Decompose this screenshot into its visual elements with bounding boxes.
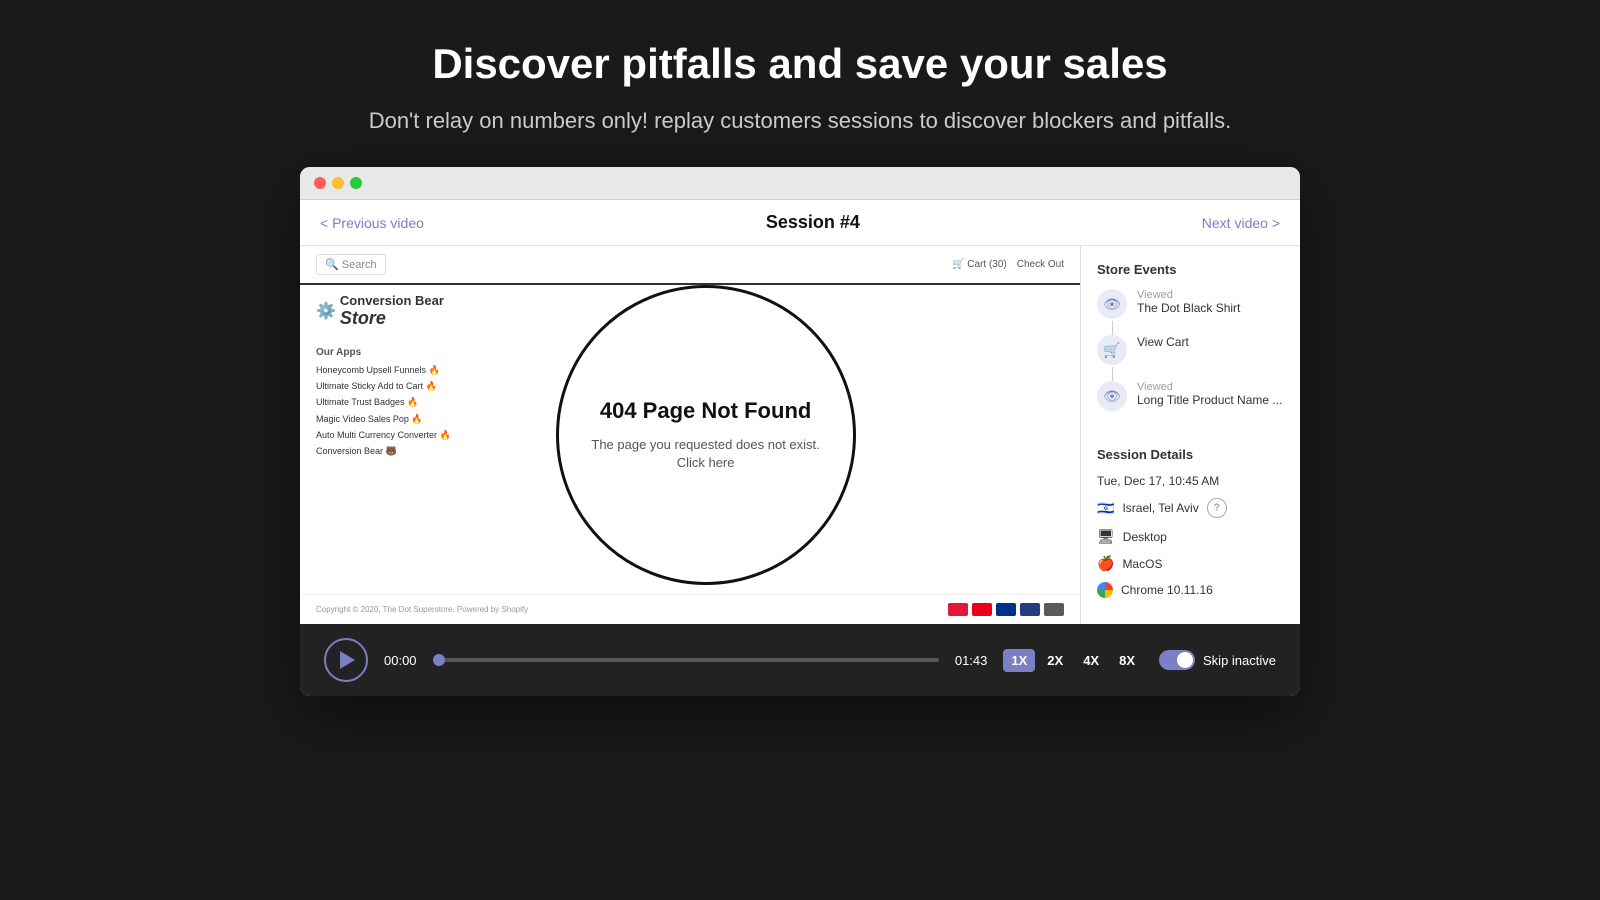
event-item-viewed-product: 👁 Viewed Long Title Product Name ...	[1097, 381, 1284, 411]
event-text-1: Viewed The Dot Black Shirt	[1137, 289, 1240, 315]
browser-dot-yellow	[332, 177, 344, 189]
skip-inactive-toggle: Skip inactive	[1159, 650, 1276, 670]
page-404-text: The page you requested does not exist. C…	[589, 436, 823, 472]
session-nav: < Previous video Session #4 Next video >	[300, 200, 1300, 246]
cart-link: 🛒 Cart (30)	[952, 259, 1007, 270]
prev-video-button[interactable]: < Previous video	[320, 215, 424, 231]
session-os: MacOS	[1122, 557, 1162, 571]
page-404-title: 404 Page Not Found	[600, 398, 811, 424]
video-controls: 00:00 01:43 1X 2X 4X 8X Skip inactive	[300, 624, 1300, 696]
next-video-button[interactable]: Next video >	[1202, 215, 1280, 231]
speed-1x-button[interactable]: 1X	[1003, 649, 1035, 672]
main-content: 🔍 Search 🛒 Cart (30) Check Out ⚙️ Conver…	[300, 246, 1300, 624]
session-device-row: 🖥 Desktop	[1097, 528, 1284, 545]
browser-dot-red	[314, 177, 326, 189]
desktop-icon: 🖥	[1097, 528, 1115, 545]
toggle-switch[interactable]	[1159, 650, 1195, 670]
payment-icons	[948, 603, 1064, 616]
event-label-3: Viewed	[1137, 381, 1282, 393]
skip-label: Skip inactive	[1203, 653, 1276, 668]
info-button[interactable]: ?	[1207, 498, 1227, 518]
session-datetime: Tue, Dec 17, 10:45 AM	[1097, 474, 1284, 488]
hero-subtitle: Don't relay on numbers only! replay cust…	[369, 104, 1232, 137]
footer-text: Copyright © 2020, The Dot Superstore. Po…	[316, 605, 528, 614]
session-location-row: 🇮🇱 Israel, Tel Aviv ?	[1097, 498, 1284, 518]
play-icon	[340, 651, 355, 669]
payment-icon-visa	[948, 603, 968, 616]
browser-window: < Previous video Session #4 Next video >…	[300, 167, 1300, 696]
play-button[interactable]	[324, 638, 368, 682]
store-logo-icon: ⚙️	[316, 301, 336, 321]
viewed-icon-2: 👁	[1097, 381, 1127, 411]
viewed-icon-1: 👁	[1097, 289, 1127, 319]
checkout-link: Check Out	[1017, 259, 1064, 270]
session-os-row: 🍎 MacOS	[1097, 555, 1284, 572]
progress-dot	[433, 654, 445, 666]
store-preview: 🔍 Search 🛒 Cart (30) Check Out ⚙️ Conver…	[300, 246, 1080, 624]
payment-icon-paypal	[1020, 603, 1040, 616]
payment-icon-amex	[996, 603, 1016, 616]
payment-icon-mc	[972, 603, 992, 616]
flag-icon: 🇮🇱	[1097, 500, 1114, 517]
event-item-viewed-shirt: 👁 Viewed The Dot Black Shirt	[1097, 289, 1284, 319]
page-404-overlay: 404 Page Not Found The page you requeste…	[556, 285, 856, 585]
speed-2x-button[interactable]: 2X	[1039, 649, 1071, 672]
speed-4x-button[interactable]: 4X	[1075, 649, 1107, 672]
event-item-view-cart: 🛒 View Cart	[1097, 335, 1284, 365]
payment-icon-apple	[1044, 603, 1064, 616]
cart-icon-1: 🛒	[1097, 335, 1127, 365]
event-name-2: View Cart	[1137, 335, 1189, 349]
apple-icon: 🍎	[1097, 555, 1114, 572]
chrome-icon	[1097, 582, 1113, 598]
session-details-title: Session Details	[1097, 447, 1284, 462]
hero-section: Discover pitfalls and save your sales Do…	[349, 0, 1252, 167]
event-name-3: Long Title Product Name ...	[1137, 393, 1282, 407]
toggle-knob	[1177, 652, 1193, 668]
store-name: Conversion BearStore	[340, 293, 444, 329]
store-nav-links: 🛒 Cart (30) Check Out	[952, 259, 1064, 270]
progress-bar[interactable]	[433, 658, 939, 662]
session-location: Israel, Tel Aviv	[1122, 501, 1198, 515]
session-browser-row: Chrome 10.11.16	[1097, 582, 1284, 598]
speed-controls: 1X 2X 4X 8X	[1003, 649, 1143, 672]
store-events-section: Store Events 👁 Viewed The Dot Black Shir…	[1097, 262, 1284, 427]
speed-8x-button[interactable]: 8X	[1111, 649, 1143, 672]
event-label-1: Viewed	[1137, 289, 1240, 301]
event-name-1: The Dot Black Shirt	[1137, 301, 1240, 315]
browser-chrome	[300, 167, 1300, 200]
event-text-2: View Cart	[1137, 335, 1189, 349]
store-events-title: Store Events	[1097, 262, 1284, 277]
session-title: Session #4	[766, 212, 860, 233]
store-footer: Copyright © 2020, The Dot Superstore. Po…	[300, 594, 1080, 624]
time-end: 01:43	[955, 653, 988, 668]
session-sidebar: Store Events 👁 Viewed The Dot Black Shir…	[1080, 246, 1300, 624]
event-text-3: Viewed Long Title Product Name ...	[1137, 381, 1282, 407]
session-browser: Chrome 10.11.16	[1121, 583, 1213, 597]
store-header: 🔍 Search 🛒 Cart (30) Check Out	[300, 246, 1080, 285]
store-search: 🔍 Search	[316, 254, 386, 275]
time-start: 00:00	[384, 653, 417, 668]
session-details-section: Session Details Tue, Dec 17, 10:45 AM 🇮🇱…	[1097, 447, 1284, 608]
hero-title: Discover pitfalls and save your sales	[369, 40, 1232, 88]
browser-dot-green	[350, 177, 362, 189]
session-device: Desktop	[1123, 530, 1167, 544]
